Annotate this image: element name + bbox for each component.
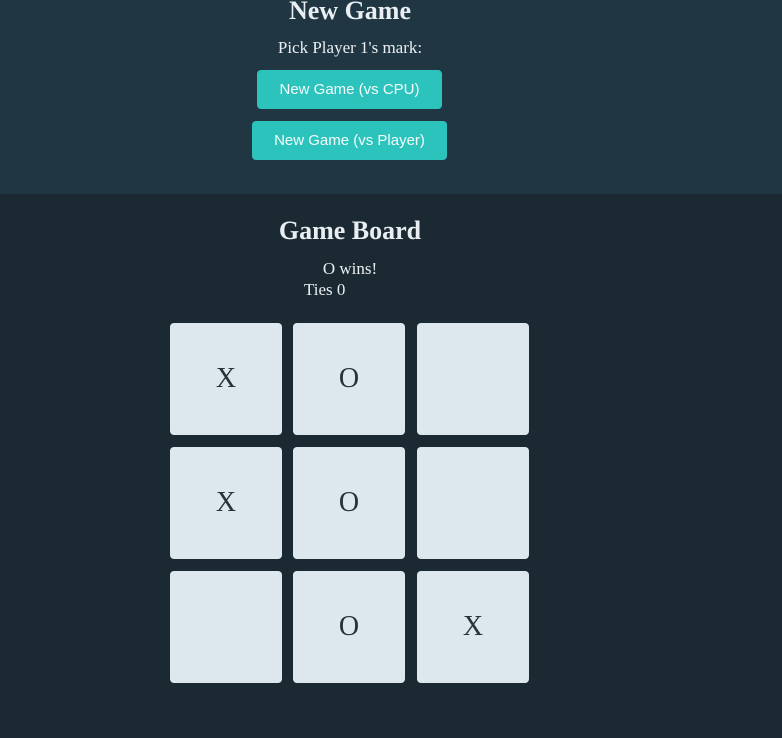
new-game-title: New Game [288, 0, 411, 25]
board-cell-8[interactable]: O [293, 571, 405, 683]
pick-mark-label: Pick Player 1's mark: [277, 38, 423, 57]
board-cell-7[interactable] [170, 571, 282, 683]
board-cell-6[interactable] [417, 447, 529, 559]
board-cell-3[interactable] [417, 323, 529, 435]
board-cell-4[interactable]: X [170, 447, 282, 559]
board-cell-5[interactable]: O [293, 447, 405, 559]
board-cell-1[interactable]: X [170, 323, 282, 435]
new-game-vs-cpu-button[interactable]: New Game (vs CPU) [257, 70, 442, 109]
game-board-title: Game Board [278, 216, 422, 245]
game-status: O wins! [322, 259, 378, 278]
ties-counter: Ties 0 [304, 280, 346, 299]
tic-tac-toe-board: X O X O O X [170, 323, 530, 683]
board-cell-9[interactable]: X [417, 571, 529, 683]
new-game-vs-player-button[interactable]: New Game (vs Player) [252, 121, 447, 160]
board-cell-2[interactable]: O [293, 323, 405, 435]
